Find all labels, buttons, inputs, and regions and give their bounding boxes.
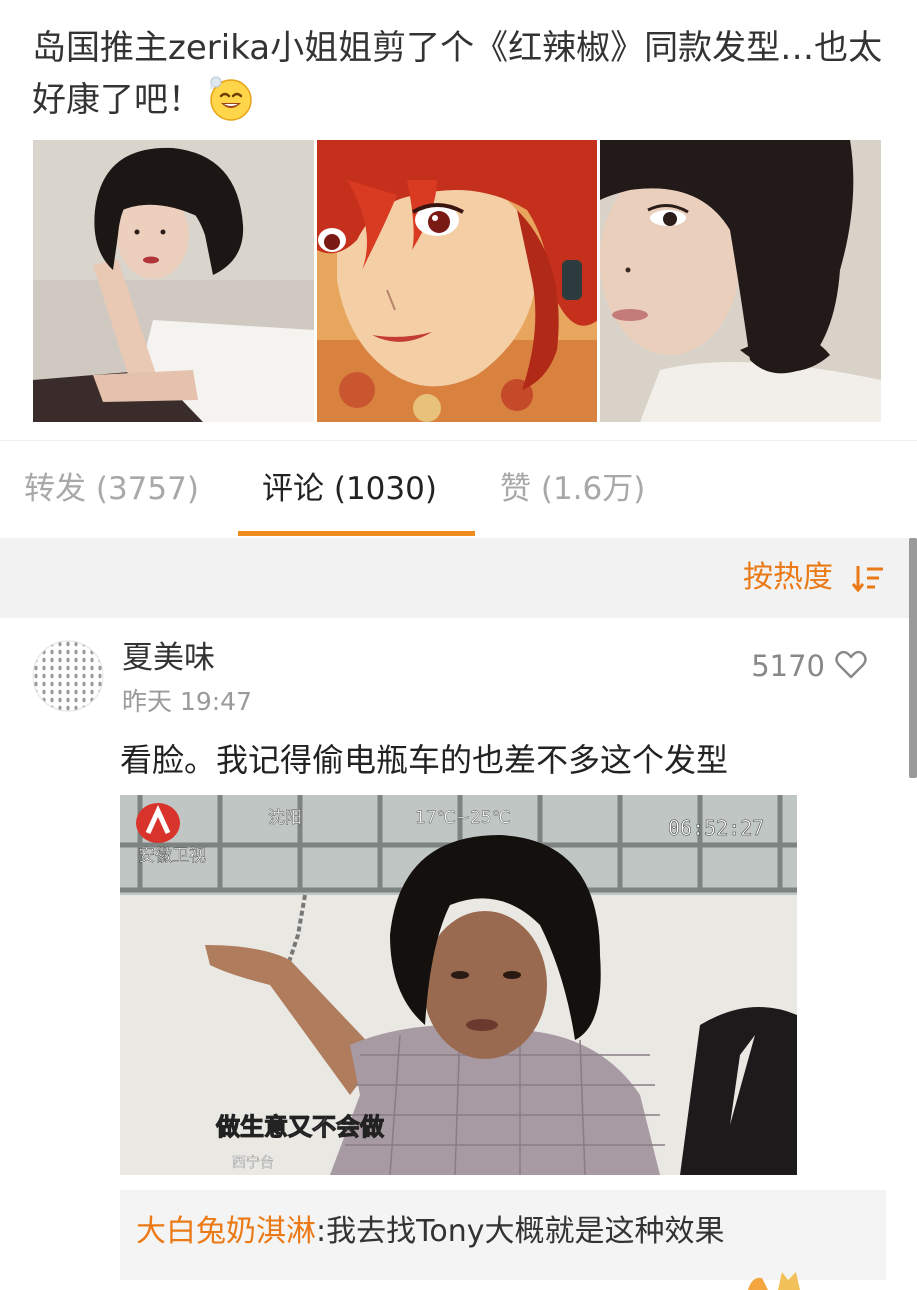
reply-text: :我去找Tony大概就是这种效果 [316,1214,725,1249]
sort-bar: 按热度 [0,538,917,618]
tab-bar: 转发 (3757) 评论 (1030) 赞 (1.6万) [0,440,917,539]
comment-image[interactable]: 安徽卫视 沈阳 17℃~25℃ 06:52:27 做生意又不会做 西宁台 [120,795,797,1175]
post-photo-2[interactable] [316,140,598,422]
comment-timestamp: 昨天 19:47 [122,687,252,716]
cat-emoji-icon [748,1272,800,1290]
tv-corner-text: 西宁台 [232,1154,274,1171]
post-photo-1[interactable] [33,140,314,422]
tv-subtitle: 做生意又不会做 [215,1113,384,1141]
post-text-content: 岛国推主zerika小姐姐剪了个《红辣椒》同款发型…也太好康了吧！ [32,28,883,120]
tab-comments[interactable]: 评论 (1030) [262,469,437,509]
reply-line: 大白兔奶淇淋:我去找Tony大概就是这种效果 [136,1212,724,1252]
post-text: 岛国推主zerika小姐姐剪了个《红辣椒》同款发型…也太好康了吧！ [32,22,892,126]
channel-logo [136,803,180,843]
comment-text: 看脸。我记得偷电瓶车的也差不多这个发型 [120,741,729,779]
scrollbar[interactable] [909,538,917,778]
tab-likes[interactable]: 赞 (1.6万) [500,469,645,509]
tv-clock: 06:52:27 [668,816,764,840]
channel-name: 安徽卫视 [138,846,206,866]
active-tab-indicator [238,531,475,536]
weather-city: 沈阳 [268,808,302,828]
reply-preview[interactable]: 大白兔奶淇淋:我去找Tony大概就是这种效果 [120,1190,886,1290]
post-photo-3[interactable] [600,140,882,422]
comment-like-count: 5170 [751,649,825,683]
photo-grid [33,140,882,422]
drooling-face-emoji-icon [209,76,252,121]
heart-icon[interactable] [835,650,867,680]
weather-temp: 17℃~25℃ [415,808,511,828]
avatar[interactable] [32,640,104,712]
tab-forward[interactable]: 转发 (3757) [24,469,199,509]
sort-descending-icon[interactable] [851,562,885,596]
comment-username[interactable]: 夏美味 [122,638,215,678]
sort-by-hot-button[interactable]: 按热度 [743,559,833,597]
reply-username[interactable]: 大白兔奶淇淋 [136,1214,316,1249]
comment-item: 夏美味 昨天 19:47 5170 看脸。我记得偷电瓶车的也差不多这个发型 安徽… [0,618,917,1290]
